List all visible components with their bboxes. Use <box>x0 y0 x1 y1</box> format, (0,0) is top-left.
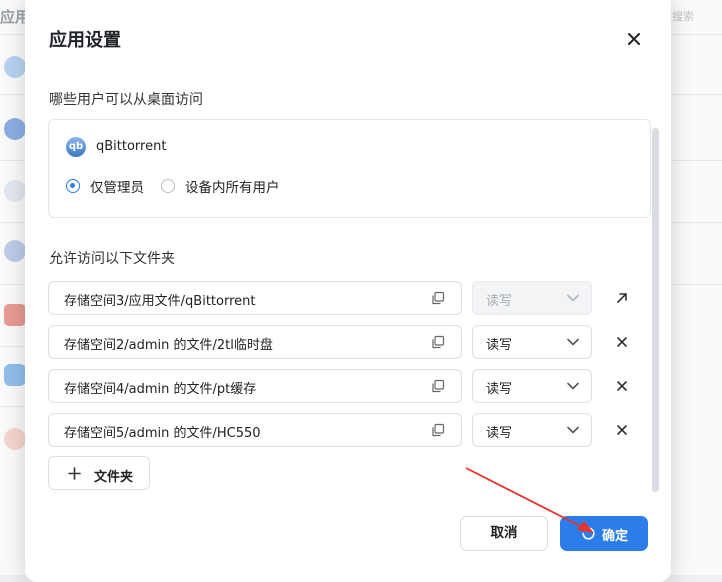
background-app-icon <box>4 180 26 202</box>
copy-icon[interactable] <box>431 379 445 393</box>
permission-select: 读写 <box>472 281 592 315</box>
copy-icon[interactable] <box>431 423 445 437</box>
background-app-icon <box>4 304 26 326</box>
radio-all-users-label: 设备内所有用户 <box>185 180 280 196</box>
folder-path-text: 存储空间2/admin 的文件/2tl临时盘 <box>64 338 273 353</box>
remove-icon[interactable] <box>615 335 629 349</box>
background-divider <box>672 222 722 223</box>
background-divider <box>0 284 24 285</box>
plus-icon <box>68 467 81 480</box>
folder-path-field[interactable]: 存储空间3/应用文件/qBittorrent <box>48 281 462 315</box>
folder-path-text: 存储空间4/admin 的文件/pt缓存 <box>64 382 257 397</box>
background-app-icon <box>4 428 26 450</box>
background-app-icon <box>4 240 26 262</box>
radio-admin-only[interactable]: 仅管理员 <box>66 176 144 196</box>
dialog-title: 应用设置 <box>49 30 121 51</box>
open-external-icon[interactable] <box>615 291 629 305</box>
cancel-button[interactable]: 取消 <box>460 516 548 551</box>
permission-select[interactable]: 读写 <box>472 413 592 447</box>
copy-icon[interactable] <box>431 291 445 305</box>
radio-all-users[interactable]: 设备内所有用户 <box>161 176 280 196</box>
permission-value: 读写 <box>486 338 513 353</box>
confirm-label: 确定 <box>602 529 629 544</box>
app-name: qBittorrent <box>96 139 167 154</box>
background-divider <box>0 406 24 407</box>
add-folder-label: 文件夹 <box>94 470 134 485</box>
radio-checked-icon <box>66 179 80 193</box>
background-divider <box>0 160 24 161</box>
loading-spinner-icon <box>582 527 595 540</box>
folder-path-field[interactable]: 存储空间4/admin 的文件/pt缓存 <box>48 369 462 403</box>
background-search-placeholder: 搜索 <box>672 10 694 23</box>
remove-icon[interactable] <box>615 379 629 393</box>
chevron-down-icon <box>567 294 579 302</box>
folders-section-label: 允许访问以下文件夹 <box>49 251 175 267</box>
background-app-icon <box>4 56 26 78</box>
permission-value: 读写 <box>486 382 513 397</box>
background-divider <box>0 222 24 223</box>
background-divider <box>0 346 24 347</box>
chevron-down-icon <box>567 382 579 390</box>
folder-path-field[interactable]: 存储空间5/admin 的文件/HC550 <box>48 413 462 447</box>
access-section-label: 哪些用户可以从桌面访问 <box>49 92 203 108</box>
permission-value: 读写 <box>486 426 513 441</box>
close-button[interactable] <box>622 27 646 51</box>
radio-admin-only-label: 仅管理员 <box>90 180 144 196</box>
background-app-icon <box>4 364 26 386</box>
permission-select[interactable]: 读写 <box>472 325 592 359</box>
folder-path-field[interactable]: 存储空间2/admin 的文件/2tl临时盘 <box>48 325 462 359</box>
app-settings-dialog: 应用设置 哪些用户可以从桌面访问 qb qBittorrent 仅管理员 设备内… <box>25 0 671 582</box>
qbittorrent-app-icon: qb <box>66 137 86 157</box>
remove-icon[interactable] <box>615 423 629 437</box>
background-divider <box>0 94 24 95</box>
background-divider <box>672 94 722 95</box>
permission-value: 读写 <box>486 294 513 309</box>
desktop-access-panel: qb qBittorrent 仅管理员 设备内所有用户 <box>48 119 651 218</box>
close-icon <box>628 33 640 45</box>
background-app-icon <box>4 118 26 140</box>
confirm-button[interactable]: 确定 <box>560 516 648 551</box>
chevron-down-icon <box>567 338 579 346</box>
background-divider <box>672 284 722 285</box>
background-divider <box>672 160 722 161</box>
copy-icon[interactable] <box>431 335 445 349</box>
add-folder-button[interactable]: 文件夹 <box>48 456 150 490</box>
chevron-down-icon <box>567 426 579 434</box>
permission-select[interactable]: 读写 <box>472 369 592 403</box>
folder-path-text: 存储空间3/应用文件/qBittorrent <box>64 294 256 309</box>
radio-unchecked-icon <box>161 179 175 193</box>
folder-path-text: 存储空间5/admin 的文件/HC550 <box>64 426 261 441</box>
scrollbar[interactable] <box>652 128 659 492</box>
